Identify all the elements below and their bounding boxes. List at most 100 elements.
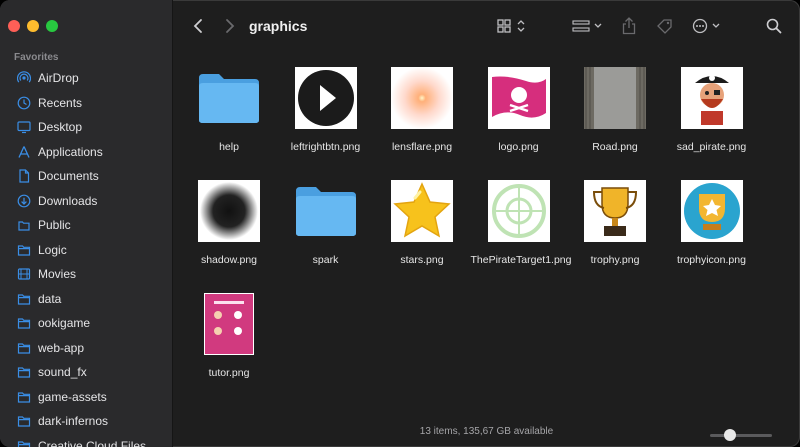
public-icon bbox=[17, 218, 31, 232]
file-name: logo.png bbox=[498, 141, 539, 153]
download-icon bbox=[17, 194, 31, 208]
sidebar-item-applications[interactable]: Applications bbox=[0, 140, 172, 165]
folder-icon bbox=[17, 243, 31, 257]
sidebar: Favorites AirDrop Recents Desktop Applicati… bbox=[0, 0, 173, 447]
share-button[interactable] bbox=[619, 14, 639, 38]
image-thumbnail bbox=[583, 179, 647, 243]
sidebar-item-label: Downloads bbox=[38, 193, 98, 208]
file-item[interactable]: leftrightbtn.png bbox=[278, 66, 374, 154]
folder-item[interactable]: help bbox=[181, 66, 277, 154]
file-item[interactable]: lensflare.png bbox=[374, 66, 470, 154]
file-item[interactable]: trophyicon.png bbox=[664, 179, 760, 267]
sidebar-item-label: Applications bbox=[38, 144, 103, 159]
sidebar-item-label: data bbox=[38, 291, 62, 306]
file-name: stars.png bbox=[400, 254, 444, 266]
file-name: trophy.png bbox=[590, 254, 640, 266]
file-item[interactable]: trophy.png bbox=[567, 179, 663, 267]
chevron-right-icon bbox=[226, 19, 235, 33]
back-button[interactable] bbox=[187, 14, 209, 38]
sidebar-item-web-app[interactable]: web-app bbox=[0, 336, 172, 361]
sidebar-item-label: Creative Cloud Files bbox=[38, 438, 147, 447]
image-thumbnail bbox=[487, 179, 551, 243]
image-thumbnail bbox=[487, 66, 551, 130]
forward-button[interactable] bbox=[219, 14, 241, 38]
window-controls bbox=[8, 20, 58, 32]
sidebar-item-documents[interactable]: Documents bbox=[0, 164, 172, 189]
file-item[interactable]: ThePirateTarget1.png bbox=[470, 179, 572, 267]
image-thumbnail bbox=[294, 66, 358, 130]
image-thumbnail bbox=[197, 179, 261, 243]
sidebar-item-downloads[interactable]: Downloads bbox=[0, 189, 172, 214]
image-thumbnail bbox=[680, 179, 744, 243]
sidebar-item-label: ookigame bbox=[38, 316, 91, 331]
file-item[interactable]: tutor.png bbox=[181, 292, 277, 380]
sidebar-item-sound-fx[interactable]: sound_fx bbox=[0, 360, 172, 385]
image-thumbnail bbox=[390, 66, 454, 130]
sidebar-item-public[interactable]: Public bbox=[0, 213, 172, 238]
sidebar-item-airdrop[interactable]: AirDrop bbox=[0, 66, 172, 91]
file-name: trophyicon.png bbox=[677, 254, 746, 266]
more-actions-button[interactable] bbox=[691, 14, 725, 38]
sidebar-item-desktop[interactable]: Desktop bbox=[0, 115, 172, 140]
close-window-button[interactable] bbox=[8, 20, 20, 32]
file-item[interactable]: logo.png bbox=[471, 66, 567, 154]
sidebar-item-label: Movies bbox=[38, 267, 77, 282]
file-name: sad_pirate.png bbox=[676, 141, 747, 153]
sidebar-item-data[interactable]: data bbox=[0, 287, 172, 312]
sidebar-item-ookigame[interactable]: ookigame bbox=[0, 311, 172, 336]
file-item[interactable]: shadow.png bbox=[181, 179, 277, 267]
sidebar-item-game-assets[interactable]: game-assets bbox=[0, 385, 172, 410]
sidebar-item-logic[interactable]: Logic bbox=[0, 238, 172, 263]
grid-icon bbox=[497, 19, 525, 33]
file-name: ThePirateTarget1.png bbox=[470, 254, 572, 266]
chevron-left-icon bbox=[193, 19, 202, 33]
search-button[interactable] bbox=[763, 14, 785, 38]
slider-knob[interactable] bbox=[724, 429, 736, 441]
sidebar-item-dark-infernos[interactable]: dark-infernos bbox=[0, 409, 172, 434]
file-name: shadow.png bbox=[200, 254, 258, 266]
file-name: help bbox=[219, 141, 239, 153]
group-icon bbox=[572, 20, 602, 32]
sidebar-item-label: Desktop bbox=[38, 120, 83, 135]
folder-icon bbox=[17, 292, 31, 306]
finder-window: Favorites AirDrop Recents Desktop Applicati… bbox=[0, 0, 800, 447]
view-mode-button[interactable] bbox=[493, 14, 529, 38]
sidebar-item-label: Public bbox=[38, 218, 71, 233]
file-item[interactable]: stars.png bbox=[374, 179, 470, 267]
sidebar-list: AirDrop Recents Desktop Applications Documen… bbox=[0, 66, 172, 447]
sidebar-item-recents[interactable]: Recents bbox=[0, 91, 172, 116]
sidebar-section-favorites: Favorites bbox=[14, 52, 59, 63]
icon-size-slider[interactable] bbox=[710, 429, 772, 441]
file-item[interactable]: Road.png bbox=[567, 66, 663, 154]
folder-icon bbox=[17, 390, 31, 404]
tags-button[interactable] bbox=[654, 14, 676, 38]
folder-icon bbox=[17, 316, 31, 330]
toolbar: graphics bbox=[173, 0, 800, 52]
folder-icon bbox=[294, 179, 358, 243]
sidebar-item-movies[interactable]: Movies bbox=[0, 262, 172, 287]
file-item[interactable]: sad_pirate.png bbox=[664, 66, 760, 154]
tag-icon bbox=[657, 19, 672, 34]
sidebar-item-label: Documents bbox=[38, 169, 99, 184]
sidebar-item-label: game-assets bbox=[38, 389, 107, 404]
file-name: spark bbox=[312, 254, 339, 266]
sidebar-item-label: sound_fx bbox=[38, 365, 87, 380]
airdrop-icon bbox=[17, 71, 31, 85]
folder-icon bbox=[197, 66, 261, 130]
minimize-window-button[interactable] bbox=[27, 20, 39, 32]
maximize-window-button[interactable] bbox=[46, 20, 58, 32]
sidebar-item-creative-cloud-files[interactable]: Creative Cloud Files bbox=[0, 434, 172, 447]
applications-icon bbox=[17, 145, 31, 159]
folder-icon bbox=[17, 341, 31, 355]
sidebar-item-label: web-app bbox=[38, 340, 85, 355]
status-bar: 13 items, 135,67 GB available bbox=[419, 426, 554, 437]
desktop-icon bbox=[17, 120, 31, 134]
file-name: leftrightbtn.png bbox=[290, 141, 361, 153]
folder-item[interactable]: spark bbox=[278, 179, 374, 267]
movies-icon bbox=[17, 267, 31, 281]
sidebar-item-label: Recents bbox=[38, 95, 83, 110]
image-thumbnail bbox=[197, 292, 261, 356]
group-button[interactable] bbox=[571, 14, 607, 38]
share-icon bbox=[622, 17, 636, 35]
image-thumbnail bbox=[680, 66, 744, 130]
